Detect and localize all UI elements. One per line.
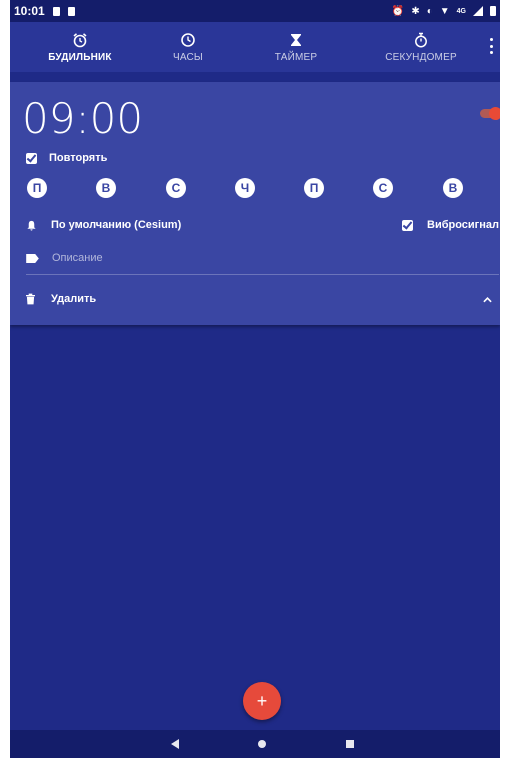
tab-timer-label: ТАЙМЕР <box>274 51 318 63</box>
add-alarm-label: + <box>256 690 268 711</box>
ringtone-label: По умолчанию (Cesium) <box>51 219 182 231</box>
day-sat[interactable]: С <box>373 178 393 198</box>
description-field[interactable]: Описание <box>52 252 103 264</box>
tab-stopwatch[interactable]: СЕКУНДОМЕР <box>366 22 476 72</box>
data-saver-icon: ◐ <box>426 5 433 17</box>
add-alarm-button[interactable]: + <box>243 682 281 720</box>
sd-card-icon <box>67 6 75 16</box>
day-mon[interactable]: П <box>27 178 47 198</box>
more-options-icon[interactable] <box>490 38 494 54</box>
vibrate-label: Вибросигнал <box>427 219 500 231</box>
alarm-enabled-toggle[interactable] <box>480 107 500 120</box>
card-divider <box>26 274 499 275</box>
tab-alarm-label: БУДИЛЬНИК <box>48 51 112 63</box>
status-bar: 10:01 ⏰ ✱ ◐ ▼ 4G <box>10 0 500 22</box>
home-icon[interactable] <box>258 740 266 748</box>
delete-row[interactable]: Удалить <box>26 293 96 305</box>
status-icons: ⏰ ✱ ◐ ▼ 4G <box>392 6 496 17</box>
day-fri[interactable]: П <box>304 178 324 198</box>
app-frame: 10:01 ⏰ ✱ ◐ ▼ 4G БУДИЛЬНИК ЧАСЫ ТАЙМЕР С… <box>10 0 500 758</box>
bell-icon <box>27 220 36 231</box>
repeat-row[interactable]: Повторять <box>26 152 107 164</box>
delete-label: Удалить <box>51 293 97 305</box>
status-time: 10:01 <box>14 4 45 18</box>
navigation-bar <box>10 730 500 758</box>
alarm-clock-icon <box>73 32 87 47</box>
signal-icon <box>473 6 483 16</box>
tab-clock[interactable]: ЧАСЫ <box>150 22 226 72</box>
repeat-checkbox[interactable] <box>26 152 37 164</box>
day-sun[interactable]: В <box>443 178 463 198</box>
network-type: 4G <box>456 7 466 15</box>
vibrate-checkbox[interactable] <box>402 219 413 231</box>
hourglass-icon <box>291 33 301 46</box>
weekday-selector: П В С Ч П С В <box>27 178 477 198</box>
alarm-icon: ⏰ <box>391 5 405 17</box>
tab-stopwatch-label: СЕКУНДОМЕР <box>385 51 457 63</box>
tab-alarm[interactable]: БУДИЛЬНИК <box>10 22 150 72</box>
wifi-icon: ▼ <box>439 5 450 17</box>
tab-timer[interactable]: ТАЙМЕР <box>226 22 366 72</box>
recent-apps-icon[interactable] <box>346 740 354 748</box>
bluetooth-icon: ✱ <box>411 5 420 17</box>
repeat-label: Повторять <box>49 152 108 164</box>
day-wed[interactable]: С <box>166 178 186 198</box>
day-thu[interactable]: Ч <box>235 178 255 198</box>
alarm-card[interactable]: 09:00 <box>10 82 500 325</box>
battery-icon <box>490 6 496 16</box>
back-icon[interactable] <box>171 739 179 749</box>
day-tue[interactable]: В <box>96 178 116 198</box>
ringtone-row[interactable]: По умолчанию (Cesium) <box>26 219 181 231</box>
stopwatch-icon <box>415 32 427 47</box>
vibrate-row[interactable]: Вибросигнал <box>402 219 499 231</box>
label-icon <box>26 253 39 263</box>
clock-icon <box>181 32 195 47</box>
collapse-chevron-icon[interactable] <box>483 297 492 303</box>
tab-bar: БУДИЛЬНИК ЧАСЫ ТАЙМЕР СЕКУНДОМЕР <box>10 22 500 72</box>
alarm-time[interactable]: 09:00 <box>22 94 143 143</box>
description-row[interactable]: Описание <box>26 252 103 264</box>
tab-clock-label: ЧАСЫ <box>173 51 203 63</box>
trash-icon <box>26 293 35 305</box>
notification-icon <box>52 6 60 16</box>
